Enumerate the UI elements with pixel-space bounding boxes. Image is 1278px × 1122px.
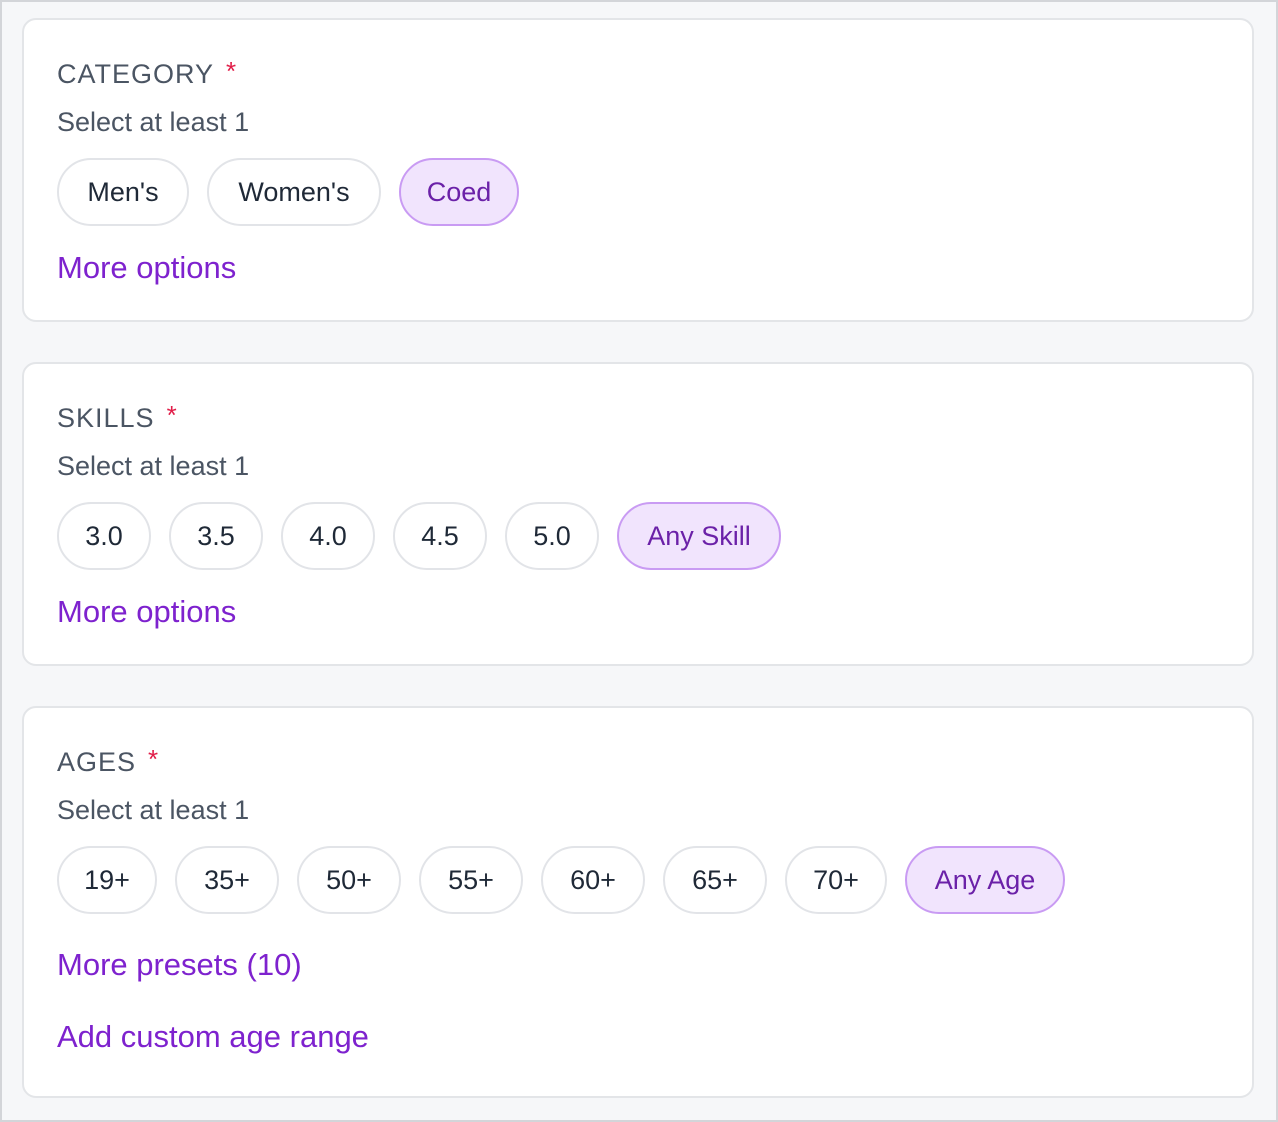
skill-option-3-5[interactable]: 3.5 — [169, 502, 263, 570]
skill-option-4-5[interactable]: 4.5 — [393, 502, 487, 570]
skills-options: 3.0 3.5 4.0 4.5 5.0 Any Skill — [57, 502, 1252, 570]
required-asterisk: * — [148, 744, 160, 774]
age-option-65[interactable]: 65+ — [663, 846, 767, 914]
skill-option-3-0[interactable]: 3.0 — [57, 502, 151, 570]
ages-options: 19+ 35+ 50+ 55+ 60+ 65+ 70+ Any Age — [57, 846, 1252, 914]
category-option-womens[interactable]: Women's — [207, 158, 381, 226]
filter-form: CATEGORY * Select at least 1 Men's Women… — [0, 0, 1278, 1122]
skill-option-4-0[interactable]: 4.0 — [281, 502, 375, 570]
category-card: CATEGORY * Select at least 1 Men's Women… — [22, 18, 1254, 322]
ages-card: AGES * Select at least 1 19+ 35+ 50+ 55+… — [22, 706, 1254, 1098]
age-option-50[interactable]: 50+ — [297, 846, 401, 914]
age-option-35[interactable]: 35+ — [175, 846, 279, 914]
age-option-70[interactable]: 70+ — [785, 846, 887, 914]
skill-option-5-0[interactable]: 5.0 — [505, 502, 599, 570]
skills-title-label: SKILLS — [57, 403, 155, 433]
age-option-55[interactable]: 55+ — [419, 846, 523, 914]
age-option-60[interactable]: 60+ — [541, 846, 645, 914]
category-title: CATEGORY * — [57, 56, 1252, 90]
category-hint: Select at least 1 — [57, 107, 250, 137]
ages-title-label: AGES — [57, 747, 137, 777]
category-options: Men's Women's Coed — [57, 158, 1252, 226]
age-option-any[interactable]: Any Age — [905, 846, 1065, 914]
age-option-19[interactable]: 19+ — [57, 846, 157, 914]
skills-more-options-link[interactable]: More options — [57, 593, 236, 631]
skills-card: SKILLS * Select at least 1 3.0 3.5 4.0 4… — [22, 362, 1254, 666]
skill-option-any[interactable]: Any Skill — [617, 502, 781, 570]
ages-hint: Select at least 1 — [57, 795, 250, 825]
category-more-options-link[interactable]: More options — [57, 249, 236, 287]
add-custom-age-range-link[interactable]: Add custom age range — [57, 1018, 369, 1056]
category-option-coed[interactable]: Coed — [399, 158, 519, 226]
skills-title: SKILLS * — [57, 400, 1252, 434]
ages-title: AGES * — [57, 744, 1252, 778]
required-asterisk: * — [166, 400, 178, 430]
more-presets-link[interactable]: More presets (10) — [57, 946, 302, 984]
category-option-mens[interactable]: Men's — [57, 158, 189, 226]
skills-hint: Select at least 1 — [57, 451, 250, 481]
required-asterisk: * — [226, 56, 238, 86]
category-title-label: CATEGORY — [57, 59, 215, 89]
